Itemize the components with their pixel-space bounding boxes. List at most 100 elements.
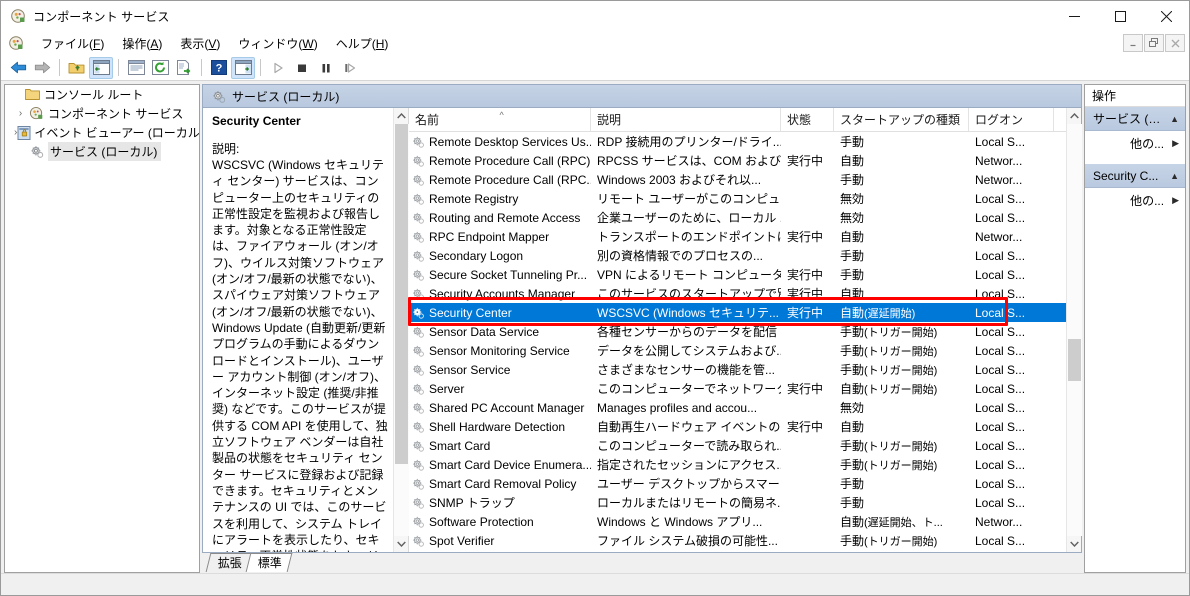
- table-row[interactable]: Secondary Logon 別の資格情報でのプロセスの... 手動 Local S…: [409, 246, 1066, 265]
- column-header-status[interactable]: 状態: [781, 108, 834, 131]
- table-row[interactable]: Smart Card Device Enumera... 指定されたセッションにア…: [409, 455, 1066, 474]
- cell-text: Local S...: [975, 476, 1026, 491]
- export-list-icon[interactable]: [172, 57, 196, 79]
- details-scroll-thumb[interactable]: [394, 124, 408, 464]
- column-header-name[interactable]: 名前 ^: [409, 108, 591, 131]
- table-row[interactable]: RPC Endpoint Mapper トランスポートのエンドポイントに... 実行…: [409, 227, 1066, 246]
- mdi-restore-button[interactable]: [1144, 34, 1164, 52]
- cell-startup-subtext: (トリガー開始): [864, 459, 938, 472]
- table-row[interactable]: SNMP トラップ ローカルまたはリモートの簡易ネ... 手動 Local S...: [409, 493, 1066, 512]
- menu-file[interactable]: ファイル(F): [32, 33, 113, 54]
- table-row[interactable]: Security Accounts Manager このサービスのスタートアップで…: [409, 284, 1066, 303]
- chevron-right-icon[interactable]: ▶: [1172, 138, 1179, 149]
- cell-text: Local S...: [975, 419, 1026, 434]
- list-column-headers: 名前 ^ 説明 状態 スタートアップの種類 ログオン: [409, 108, 1067, 132]
- stop-service-icon[interactable]: [290, 57, 314, 79]
- list-scroll-thumb[interactable]: [1067, 339, 1081, 381]
- window-title: コンポーネント サービス: [33, 9, 170, 24]
- details-scroll-track[interactable]: [393, 124, 409, 536]
- cell-text: ユーザー デスクトップからスマート ...: [597, 477, 781, 491]
- tab-standard[interactable]: 標準: [245, 553, 293, 572]
- properties-icon[interactable]: [124, 57, 148, 79]
- show-hide-action-pane-icon[interactable]: [231, 56, 255, 79]
- table-row[interactable]: Remote Registry リモート ユーザーがこのコンピュー... 無効 Loc…: [409, 189, 1066, 208]
- table-row[interactable]: Remote Desktop Services Us... RDP 接続用のプリン…: [409, 132, 1066, 151]
- tree-expander-icon[interactable]: ›: [14, 108, 27, 119]
- actions-item-more-security-center[interactable]: 他の... ▶: [1085, 188, 1185, 212]
- cell-text: このサービスのスタートアップで別...: [597, 287, 781, 301]
- chevron-right-icon[interactable]: ▶: [1172, 195, 1179, 206]
- table-row[interactable]: Sensor Monitoring Service データを公開してシステムおよび…: [409, 341, 1066, 360]
- actions-group-services-local[interactable]: サービス (ロ... ▲: [1085, 107, 1185, 131]
- cell-startup-type: 無効: [834, 399, 969, 416]
- menu-window[interactable]: ウィンドウ(W): [229, 33, 326, 54]
- tree-item-event-viewer[interactable]: › イベント ビューアー (ローカル): [5, 123, 199, 142]
- collapse-icon[interactable]: ▲: [1170, 114, 1179, 124]
- service-gear-icon: [411, 401, 425, 415]
- table-row[interactable]: Routing and Remote Access 企業ユーザーのために、ローカル…: [409, 208, 1066, 227]
- maximize-button[interactable]: [1097, 1, 1143, 31]
- list-vertical-scrollbar[interactable]: [1066, 108, 1082, 552]
- table-row-selected[interactable]: Security Center WSCSVC (Windows セキュリテ... 実…: [409, 303, 1066, 322]
- cell-startup-type: 手動: [834, 171, 969, 188]
- table-row[interactable]: Shared PC Account Manager Manages profile…: [409, 398, 1066, 417]
- cell-logon-as: Local S...: [969, 458, 1054, 472]
- collapse-icon[interactable]: ▲: [1170, 171, 1179, 181]
- cell-text: 指定されたセッションにアクセス...: [597, 458, 781, 472]
- start-service-icon[interactable]: [266, 57, 290, 79]
- tree-item-label: イベント ビューアー (ローカル): [34, 126, 200, 140]
- list-scroll-track[interactable]: [1066, 124, 1082, 536]
- up-one-level-icon[interactable]: [65, 57, 89, 79]
- table-row[interactable]: Spot Verifier ファイル システム破損の可能性... 手動 (トリガー開…: [409, 531, 1066, 550]
- table-row[interactable]: Remote Procedure Call (RPC) RPCSS サービスは、C…: [409, 151, 1066, 170]
- tree-item-component-services[interactable]: › コンポーネント サービス: [5, 104, 199, 123]
- table-row[interactable]: Software Protection Windows と Windows アプリ…: [409, 512, 1066, 531]
- minimize-button[interactable]: [1051, 1, 1097, 31]
- close-button[interactable]: [1143, 1, 1189, 31]
- column-header-logon[interactable]: ログオン: [969, 108, 1054, 131]
- scroll-down-icon[interactable]: [394, 536, 409, 552]
- menu-bar: ファイル(F) 操作(A) 表示(V) ウィンドウ(W) ヘルプ(H): [1, 31, 1189, 55]
- cell-service-name: Shell Hardware Detection: [409, 420, 591, 434]
- column-header-description[interactable]: 説明: [591, 108, 781, 131]
- menu-action[interactable]: 操作(A): [113, 33, 171, 54]
- tree-item-console-root[interactable]: コンソール ルート: [5, 85, 199, 104]
- service-gear-icon: [411, 249, 425, 263]
- service-gear-icon: [411, 477, 425, 491]
- cell-logon-as: Local S...: [969, 382, 1054, 396]
- service-gear-icon: [411, 135, 425, 149]
- table-row[interactable]: Smart Card Removal Policy ユーザー デスクトップからスマ…: [409, 474, 1066, 493]
- cell-service-name: Smart Card Device Enumera...: [409, 458, 591, 472]
- cell-text: VPN によるリモート コンピューター...: [597, 268, 781, 282]
- table-row[interactable]: Secure Socket Tunneling Pr... VPN によるリモート…: [409, 265, 1066, 284]
- scroll-up-icon[interactable]: [1067, 108, 1082, 124]
- table-row[interactable]: Remote Procedure Call (RPC... Windows 200…: [409, 170, 1066, 189]
- table-row[interactable]: Sensor Service さまざまなセンサーの機能を管... 手動 (トリガー開…: [409, 360, 1066, 379]
- cell-startup-subtext: (トリガー開始): [864, 383, 938, 396]
- menu-view[interactable]: 表示(V): [171, 33, 229, 54]
- back-icon[interactable]: [6, 57, 30, 79]
- table-row[interactable]: Shell Hardware Detection 自動再生ハードウェア イベントの…: [409, 417, 1066, 436]
- refresh-icon[interactable]: [148, 57, 172, 79]
- mdi-close-button[interactable]: [1165, 34, 1185, 52]
- actions-group-security-center[interactable]: Security C... ▲: [1085, 164, 1185, 188]
- table-row[interactable]: Serverこのコンピューターでネットワークを...実行中自動 (トリガー開始)…: [409, 379, 1066, 398]
- mdi-minimize-button[interactable]: [1123, 34, 1143, 52]
- show-hide-console-tree-icon[interactable]: [89, 56, 113, 79]
- pause-service-icon[interactable]: [314, 57, 338, 79]
- column-header-startup-type[interactable]: スタートアップの種類: [834, 108, 969, 131]
- menu-help[interactable]: ヘルプ(H): [327, 33, 398, 54]
- cell-startup-type: 無効: [834, 190, 969, 207]
- table-row[interactable]: Sensor Data Service 各種センサーからのデータを配信 手動 (トリ…: [409, 322, 1066, 341]
- table-row[interactable]: Smart Card このコンピューターで読み取られ... 手動 (トリガー開始) L…: [409, 436, 1066, 455]
- cell-logon-as: Local S...: [969, 401, 1054, 415]
- scroll-down-icon[interactable]: [1067, 536, 1082, 552]
- actions-item-more-services[interactable]: 他の... ▶: [1085, 131, 1185, 155]
- help-icon[interactable]: ?: [207, 57, 231, 79]
- tree-item-services-local[interactable]: サービス (ローカル): [5, 142, 199, 161]
- restart-service-icon[interactable]: [338, 57, 362, 79]
- scroll-up-icon[interactable]: [394, 108, 409, 124]
- cell-text: 実行中: [787, 287, 824, 301]
- forward-icon[interactable]: [30, 57, 54, 79]
- details-vertical-scrollbar[interactable]: [393, 108, 409, 552]
